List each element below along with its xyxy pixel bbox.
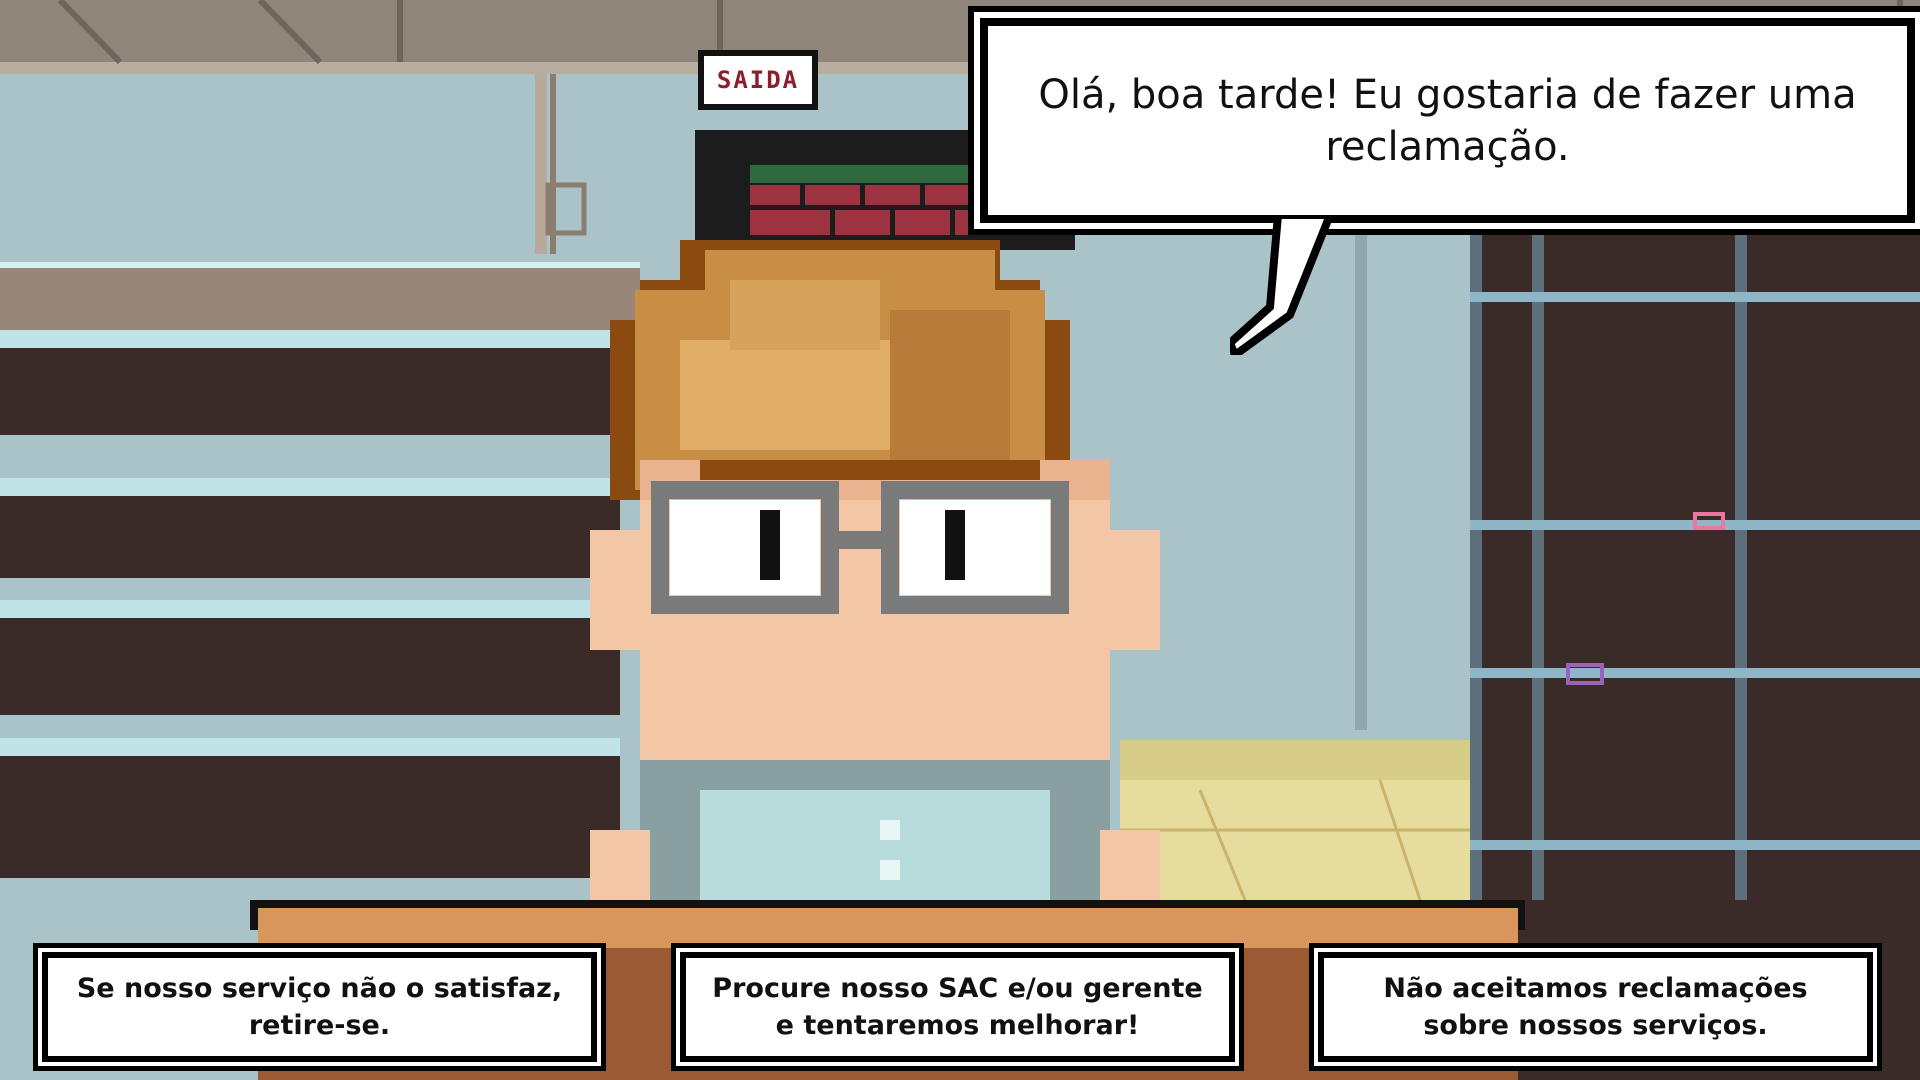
speech-bubble: Olá, boa tarde! Eu gostaria de fazer uma… [980,18,1915,223]
dialogue-text: Olá, boa tarde! Eu gostaria de fazer uma… [1038,71,1857,170]
speech-bubble-tail [1230,215,1335,355]
choice-2-label: Procure nosso SAC e/ou gerente e tentare… [712,973,1203,1041]
shelf-top [0,265,640,335]
choice-3-label: Não aceitamos reclamações sobre nossos s… [1383,973,1808,1041]
left-ear [590,530,640,650]
right-eye [945,510,965,580]
right-ear [1110,530,1160,650]
shirt [590,760,1160,920]
left-eye [760,510,780,580]
choice-1-label: Se nosso serviço não o satisfaz, retire-… [76,973,563,1041]
choice-button-3[interactable]: Não aceitamos reclamações sobre nossos s… [1318,952,1873,1062]
customer-character [590,240,1160,920]
left-shelves [0,330,620,878]
exit-sign: SAIDA [698,50,818,110]
choice-button-2[interactable]: Procure nosso SAC e/ou gerente e tentare… [680,952,1235,1062]
choice-button-1[interactable]: Se nosso serviço não o satisfaz, retire-… [42,952,597,1062]
game-scene: SAIDA Olá, boa tarde! Eu gostaria de faz… [0,0,1920,1080]
